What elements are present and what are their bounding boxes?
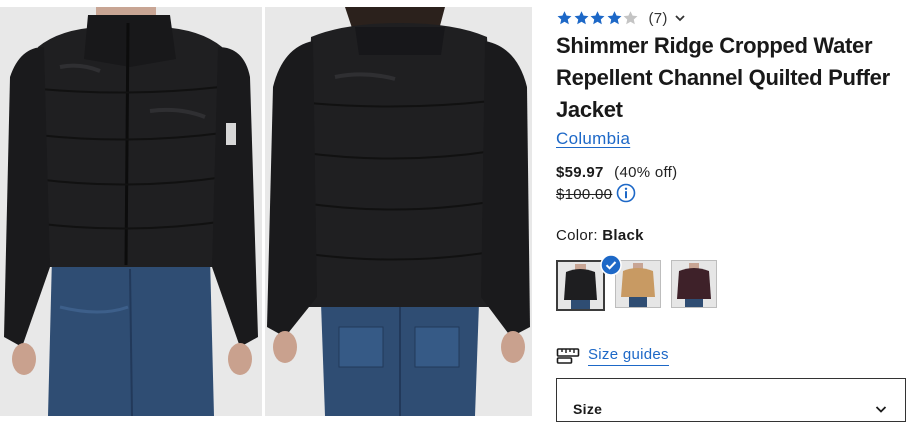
product-image-front[interactable] <box>0 7 262 416</box>
color-swatches <box>556 260 727 311</box>
info-icon[interactable] <box>616 183 636 203</box>
product-image-back[interactable] <box>265 7 532 416</box>
product-title: Shimmer Ridge Cropped Water Repellent Ch… <box>556 33 890 122</box>
star-icon <box>557 11 572 25</box>
review-count[interactable]: (7) <box>649 10 668 27</box>
rating-summary[interactable]: (7) <box>556 9 686 27</box>
check-icon <box>600 254 622 276</box>
ruler-icon[interactable] <box>556 347 580 365</box>
selected-color-name: Black <box>602 227 644 244</box>
star-icon <box>590 11 605 25</box>
chevron-down-icon[interactable] <box>674 13 686 23</box>
size-guides-link[interactable]: Size guides <box>588 346 669 366</box>
color-label: Color: <box>556 227 598 244</box>
original-price-row: $100.00 <box>556 183 636 203</box>
star-empty-icon <box>623 11 638 25</box>
chevron-down-icon <box>875 406 887 413</box>
size-guide-row[interactable]: Size guides <box>556 346 669 366</box>
sale-price: $59.97 <box>556 164 604 181</box>
size-label: Size <box>573 401 603 417</box>
star-rating <box>556 10 639 26</box>
brand-link[interactable]: Columbia <box>556 129 630 149</box>
product-info-panel: (7) Shimmer Ridge Cropped Water Repellen… <box>556 0 908 422</box>
discount-percent: (40% off) <box>614 164 678 181</box>
color-label-row: Color: Black <box>556 227 644 244</box>
star-icon <box>574 11 588 25</box>
original-price: $100.00 <box>556 186 613 203</box>
color-swatch-burgundy[interactable] <box>671 260 717 308</box>
size-dropdown[interactable]: Size <box>556 378 906 422</box>
price-row: $59.97 (40% off) <box>556 164 677 181</box>
color-swatch-black[interactable] <box>556 260 605 311</box>
star-icon <box>607 11 621 25</box>
